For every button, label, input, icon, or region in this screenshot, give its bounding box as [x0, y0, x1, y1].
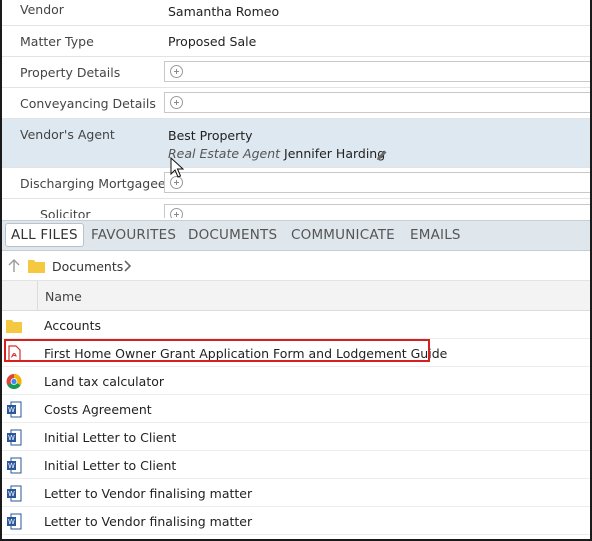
conveyancing-details-add-field[interactable] — [164, 92, 590, 113]
tab-emails[interactable]: EMAILS — [410, 227, 461, 243]
tab-documents[interactable]: DOCUMENTS — [188, 227, 277, 243]
name-column-header[interactable]: Name — [45, 289, 82, 304]
vendors-agent-contact[interactable]: Real Estate Agent Jennifer Harding — [168, 146, 385, 161]
svg-text:W: W — [8, 406, 15, 414]
tab-communicate[interactable]: COMMUNICATE — [291, 227, 395, 243]
table-row[interactable]: Land tax calculator — [2, 367, 590, 395]
vendors-agent-row[interactable]: Vendor's Agent Best Property Real Estate… — [2, 119, 590, 168]
table-row[interactable]: W Costs Agreement — [2, 395, 590, 423]
table-row[interactable]: Accounts — [2, 311, 590, 339]
svg-text:W: W — [8, 518, 15, 526]
vendors-agent-role: Real Estate Agent — [168, 146, 281, 161]
add-circle-icon[interactable] — [170, 96, 183, 109]
conveyancing-details-label: Conveyancing Details — [20, 96, 156, 111]
property-details-row: Property Details — [2, 57, 590, 88]
conveyancing-details-row: Conveyancing Details — [2, 88, 590, 119]
svg-text:W: W — [8, 462, 15, 470]
svg-text:W: W — [8, 434, 15, 442]
discharging-mortgagee-add-field[interactable] — [164, 172, 590, 193]
file-name: Letter to Vendor finalising matter — [44, 514, 253, 529]
file-name: Costs Agreement — [44, 402, 152, 417]
vendors-agent-company[interactable]: Best Property — [168, 128, 253, 143]
vendors-agent-label: Vendor's Agent — [20, 127, 115, 142]
matter-type-label: Matter Type — [20, 34, 94, 49]
property-details-add-field[interactable] — [164, 61, 590, 82]
solicitor-label: Solicitor — [40, 207, 91, 218]
app-frame: Vendor Samantha Romeo Matter Type Propos… — [0, 0, 592, 541]
word-doc-icon: W — [7, 401, 22, 418]
matter-type-value[interactable]: Proposed Sale — [168, 34, 256, 49]
file-tabs-bar: ALL FILES FAVOURITES DOCUMENTS COMMUNICA… — [2, 220, 590, 251]
table-row[interactable]: W Initial Letter to Client — [2, 423, 590, 451]
file-table-header: Name — [2, 281, 590, 311]
vendors-agent-person: Jennifer Harding — [284, 146, 386, 161]
add-circle-icon[interactable] — [170, 65, 183, 78]
vendor-row[interactable]: Vendor Samantha Romeo — [2, 0, 590, 26]
vendor-label: Vendor — [20, 2, 64, 17]
tab-favourites[interactable]: FAVOURITES — [91, 227, 176, 243]
table-row[interactable]: W Initial Letter to Client — [2, 451, 590, 479]
solicitor-add-field[interactable] — [164, 204, 590, 218]
word-doc-icon: W — [7, 429, 22, 446]
word-doc-icon: W — [7, 485, 22, 502]
mouse-cursor-icon — [170, 157, 184, 178]
table-row[interactable]: W Letter to Vendor finalising matter — [2, 479, 590, 507]
chevron-right-icon[interactable] — [122, 259, 132, 273]
discharging-mortgagee-row: Discharging Mortgagee — [2, 168, 590, 199]
solicitor-row: Solicitor — [2, 199, 590, 218]
matter-type-row[interactable]: Matter Type Proposed Sale — [2, 26, 590, 57]
vendor-value[interactable]: Samantha Romeo — [168, 4, 279, 19]
up-arrow-icon[interactable] — [7, 258, 21, 274]
word-doc-icon: W — [7, 513, 22, 530]
folder-icon — [28, 260, 45, 273]
file-name: Initial Letter to Client — [44, 458, 177, 473]
breadcrumb-folder-documents[interactable]: Documents — [52, 259, 123, 274]
discharging-mortgagee-label: Discharging Mortgagee — [20, 176, 166, 191]
property-details-label: Property Details — [20, 65, 121, 80]
svg-text:W: W — [8, 490, 15, 498]
chrome-icon — [6, 373, 22, 390]
edit-pencil-icon[interactable] — [375, 148, 389, 162]
add-circle-icon[interactable] — [170, 208, 183, 218]
file-name: Letter to Vendor finalising matter — [44, 486, 253, 501]
column-divider — [37, 281, 38, 311]
folder-icon — [6, 320, 22, 333]
tab-all-files[interactable]: ALL FILES — [5, 223, 84, 247]
table-row[interactable]: W Letter to Vendor finalising matter — [2, 507, 590, 535]
file-name: Land tax calculator — [44, 374, 165, 389]
matter-details-panel: Vendor Samantha Romeo Matter Type Propos… — [2, 0, 590, 218]
file-name: Accounts — [44, 318, 101, 333]
word-doc-icon: W — [7, 457, 22, 474]
file-name: Initial Letter to Client — [44, 430, 177, 445]
breadcrumb: Documents — [2, 251, 590, 281]
annotation-highlight-box — [4, 339, 430, 362]
